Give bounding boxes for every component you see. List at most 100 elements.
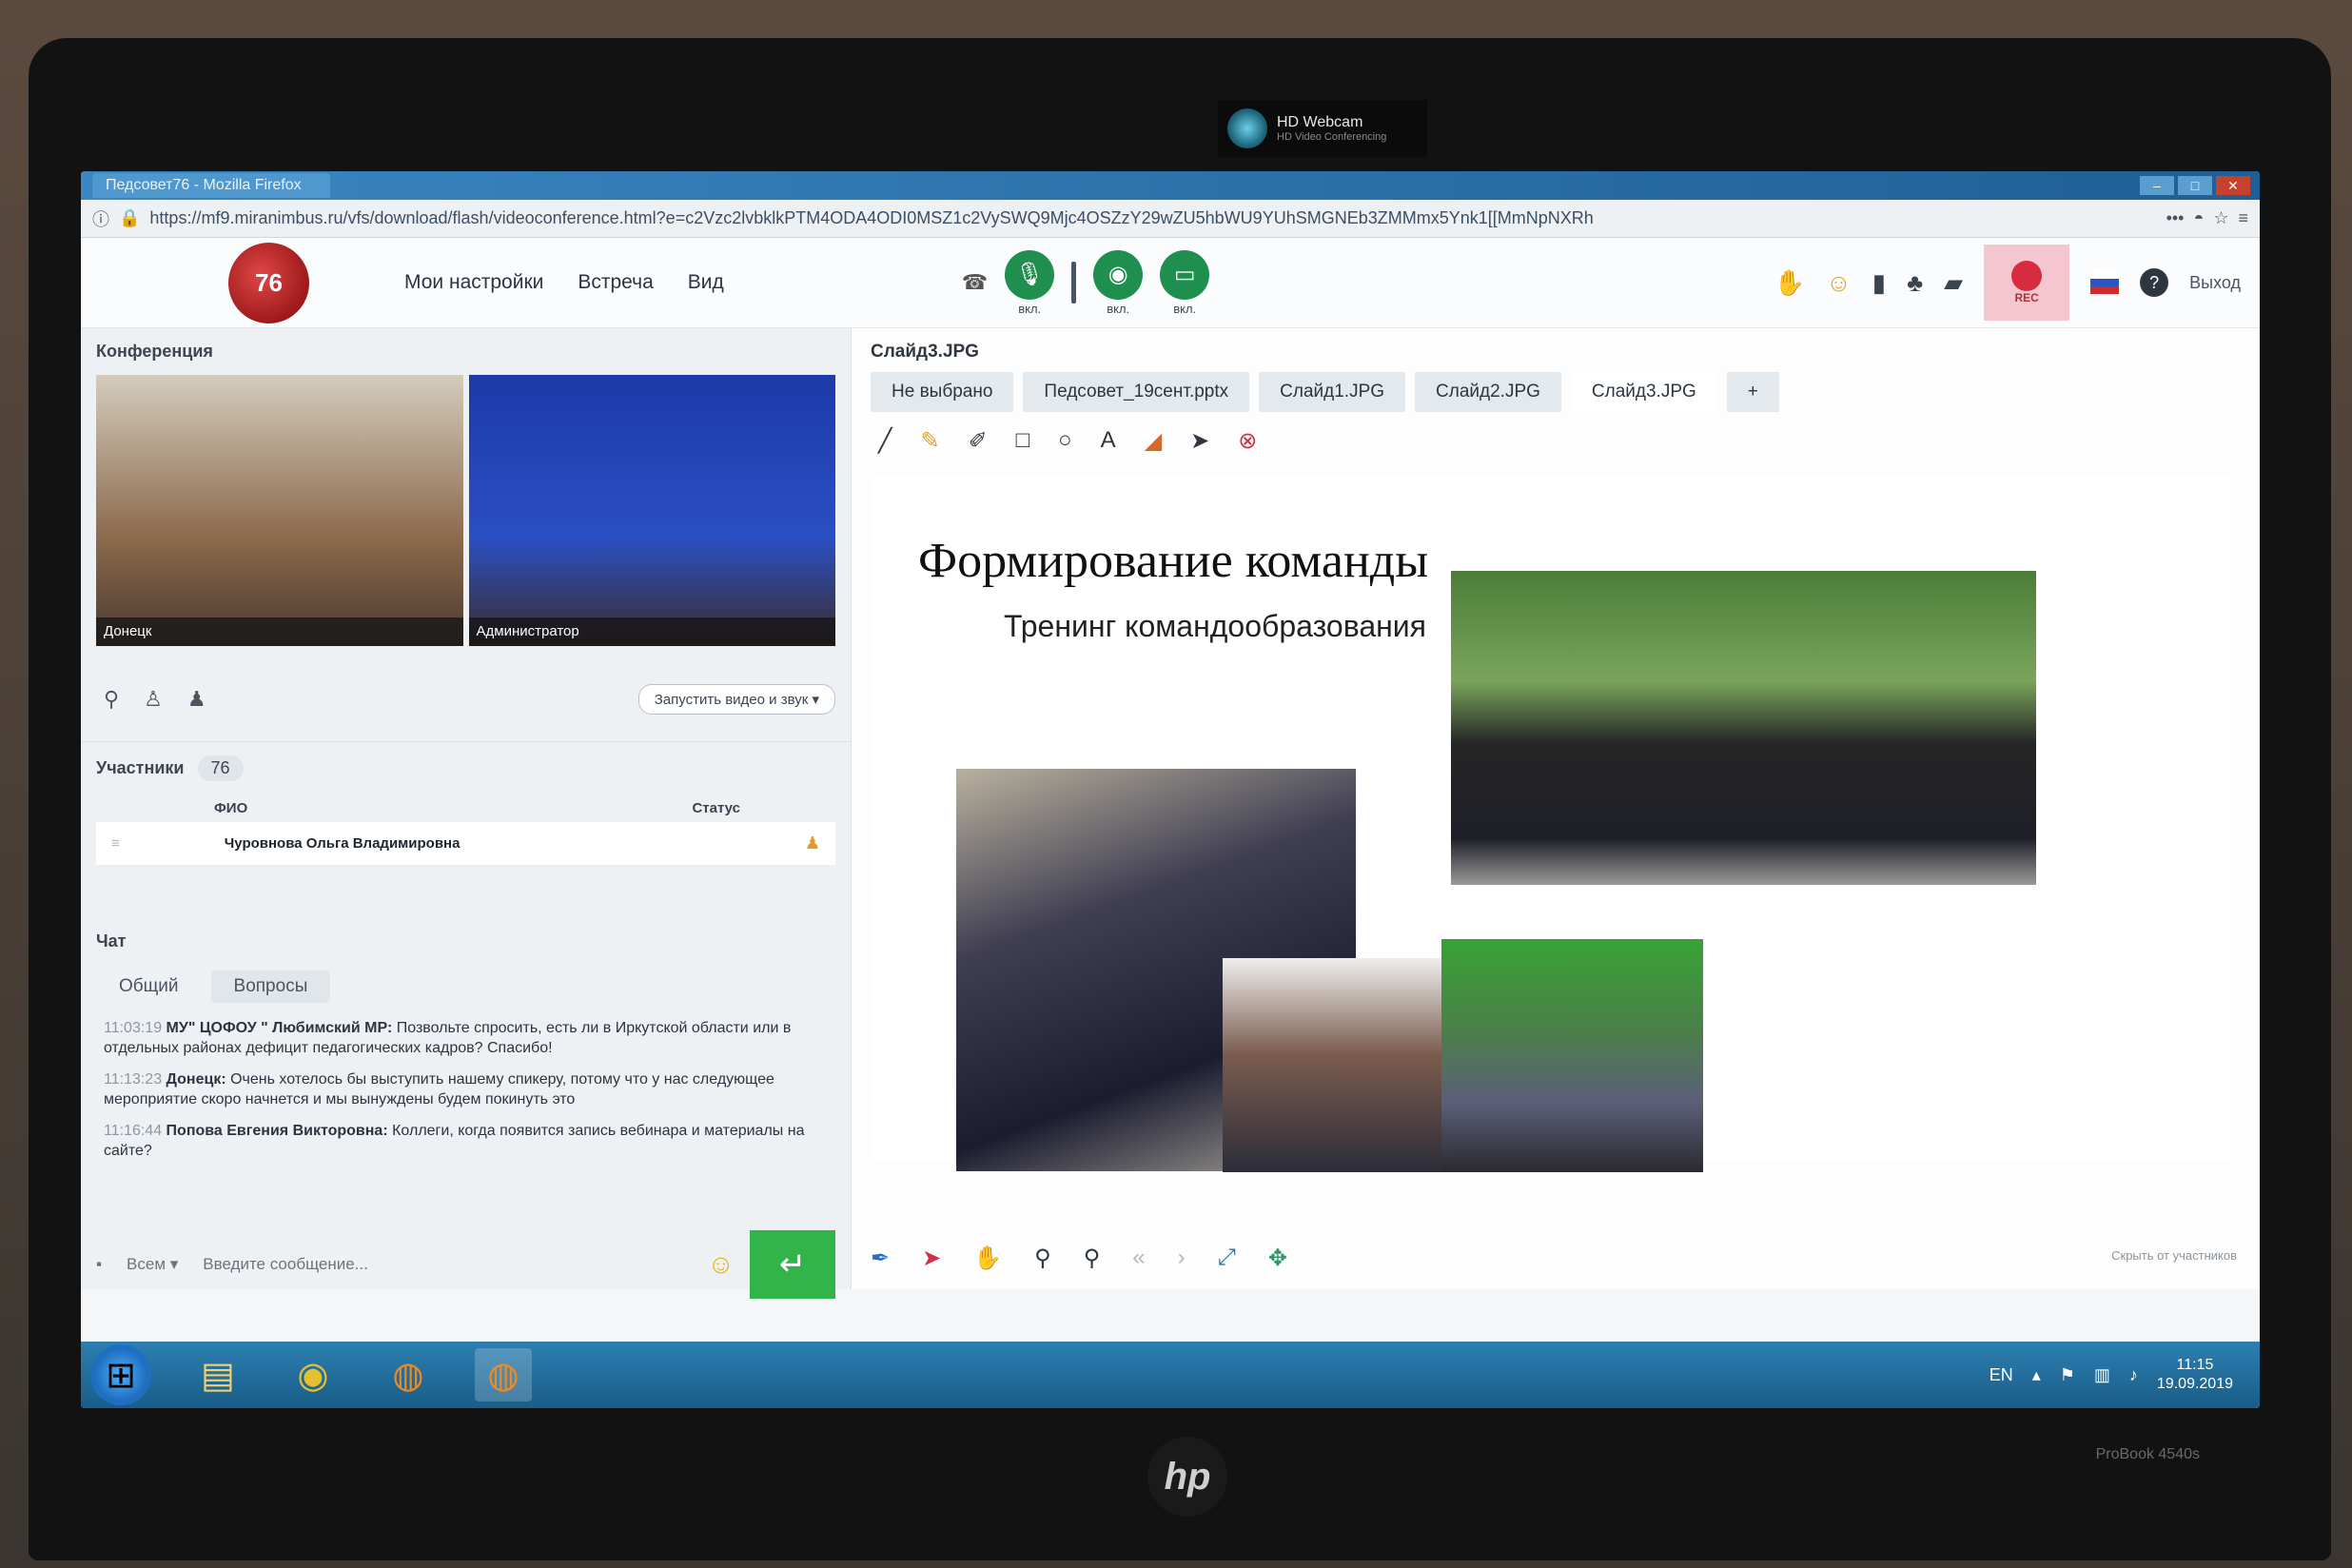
main-menu: Мои настройки Встреча Вид: [404, 271, 724, 294]
participants-section: Участники 76 ФИО Статус ≡ Чуровнова Ольг…: [81, 741, 851, 865]
emoji-picker-icon[interactable]: ☺: [707, 1249, 735, 1280]
line-tool-icon[interactable]: ╱: [878, 427, 892, 455]
chrome-icon[interactable]: ◉: [284, 1348, 342, 1401]
zoom-user-icon[interactable]: ⚲: [104, 687, 119, 712]
info-icon[interactable]: ⓘ: [92, 206, 109, 231]
minimize-button[interactable]: –: [2140, 176, 2174, 195]
windows-taskbar: ⊞ ▤ ◉ ◍ ◍ EN ▴ ⚑ ▥ ♪ 11:15 19.09.2019: [81, 1342, 2260, 1408]
chat-messages: 11:03:19 МУ" ЦОФОУ " Любимский МР: Позво…: [81, 1009, 851, 1182]
close-button[interactable]: ✕: [2216, 176, 2250, 195]
file-explorer-icon[interactable]: ▤: [189, 1348, 246, 1401]
record-button[interactable]: REC: [1984, 245, 2070, 321]
pencil-icon[interactable]: ✐: [969, 427, 988, 455]
maximize-button[interactable]: □: [2178, 176, 2212, 195]
phone-icon[interactable]: ☎: [962, 270, 988, 295]
group-icon[interactable]: ♟: [187, 687, 206, 712]
highlighter-icon[interactable]: ✎: [920, 427, 939, 455]
rectangle-tool-icon[interactable]: □: [1016, 427, 1030, 455]
fit-screen-icon[interactable]: ⤢: [1218, 1245, 1236, 1272]
hide-from-participants[interactable]: Скрыть от участников: [2111, 1248, 2237, 1263]
language-indicator[interactable]: EN: [1989, 1365, 2013, 1385]
camera-toggle[interactable]: ◉ вкл.: [1093, 249, 1144, 316]
pointer-tool-icon[interactable]: ➤: [1190, 427, 1209, 455]
clock-date: 19.09.2019: [2156, 1376, 2233, 1392]
lock-icon[interactable]: 🔒: [119, 208, 140, 228]
action-center-flag-icon[interactable]: ⚑: [2060, 1365, 2075, 1385]
menu-settings[interactable]: Мои настройки: [404, 271, 543, 294]
pocket-icon[interactable]: ◓: [2193, 208, 2204, 228]
laser-pointer-icon[interactable]: ➤: [922, 1245, 941, 1272]
add-tab-button[interactable]: +: [1726, 372, 1779, 412]
volume-slider[interactable]: [1071, 262, 1077, 304]
exit-button[interactable]: Выход: [2189, 273, 2241, 293]
file-tabs: Не выбрано Педсовет_19сент.pptx Слайд1.J…: [852, 372, 2260, 412]
laptop-screen: Педсовет76 - Mozilla Firefox – □ ✕ ⓘ 🔒 h…: [81, 171, 2260, 1408]
prev-slide-icon[interactable]: «: [1132, 1245, 1145, 1272]
folder-icon[interactable]: ▰: [1944, 268, 1963, 298]
slide-tools: ✒ ➤ ✋ ⚲ ⚲ « › ⤢ ✥: [871, 1245, 1287, 1272]
ellipse-tool-icon[interactable]: ○: [1058, 427, 1072, 455]
header-tools: ✋ ☺ ▮ ♣ ▰ REC ? Выход: [1774, 245, 2260, 321]
slide-canvas[interactable]: Формирование команды Тренинг командообра…: [871, 476, 2231, 1172]
screen-share-toggle[interactable]: ▭ вкл.: [1160, 249, 1210, 316]
fill-tool-icon[interactable]: ◢: [1145, 427, 1162, 455]
microphone-toggle[interactable]: 🎙 вкл.: [1005, 249, 1055, 316]
menu-view[interactable]: Вид: [688, 271, 724, 294]
menu-meeting[interactable]: Встреча: [578, 271, 653, 294]
text-tool-icon[interactable]: A: [1101, 427, 1116, 455]
tab-pptx[interactable]: Педсовет_19сент.pptx: [1023, 372, 1250, 412]
more-icon[interactable]: •••: [2166, 208, 2185, 228]
tray-arrow-icon[interactable]: ▴: [2032, 1365, 2041, 1385]
column-status[interactable]: Статус: [692, 800, 740, 816]
url-field[interactable]: https://mf9.miranimbus.ru/vfs/download/f…: [149, 208, 2156, 228]
message-author: Донецк:: [166, 1071, 226, 1088]
firefox-active-icon[interactable]: ◍: [475, 1348, 532, 1401]
video-tile[interactable]: Донецк: [96, 375, 463, 646]
chat-user-icon[interactable]: ▪: [96, 1255, 102, 1274]
zoom-out-icon[interactable]: ⚲: [1084, 1245, 1101, 1272]
start-av-dropdown[interactable]: Запустить видео и звук ▾: [637, 684, 835, 715]
microphone-icon: 🎙: [1005, 249, 1055, 300]
table-row[interactable]: ≡ Чуровнова Ольга Владимировна ♟: [96, 822, 835, 865]
clear-icon[interactable]: ⊗: [1238, 427, 1257, 455]
message-input[interactable]: Введите сообщение...: [203, 1255, 692, 1274]
column-name[interactable]: ФИО: [214, 800, 247, 816]
video-tile[interactable]: Администратор: [468, 375, 835, 646]
tab-none[interactable]: Не выбрано: [871, 372, 1014, 412]
raise-hand-icon[interactable]: ✋: [1774, 268, 1805, 298]
participants-header: Участники 76: [81, 742, 851, 794]
send-button[interactable]: ↵: [750, 1230, 835, 1299]
mic-user-icon[interactable]: ♙: [144, 687, 163, 712]
window-title[interactable]: Педсовет76 - Mozilla Firefox: [92, 173, 330, 198]
help-icon[interactable]: ?: [2140, 268, 2169, 297]
hamburger-menu-icon[interactable]: ≡: [2238, 208, 2248, 228]
tab-slide1[interactable]: Слайд1.JPG: [1259, 372, 1406, 412]
tab-questions[interactable]: Вопросы: [210, 970, 331, 1003]
tab-general[interactable]: Общий: [96, 970, 202, 1003]
tab-slide3[interactable]: Слайд3.JPG: [1570, 372, 1717, 412]
recipient-select[interactable]: Всем ▾: [117, 1251, 187, 1278]
bookmark-star-icon[interactable]: ☆: [2213, 208, 2228, 228]
screen-share-label: вкл.: [1173, 301, 1197, 316]
tab-slide2[interactable]: Слайд2.JPG: [1415, 372, 1561, 412]
users-icon[interactable]: ♣: [1907, 268, 1923, 298]
hand-pan-icon[interactable]: ✋: [973, 1245, 1002, 1272]
pen-icon[interactable]: ✒: [871, 1245, 890, 1272]
team-photo: [1451, 571, 2036, 885]
volume-icon[interactable]: ♪: [2129, 1365, 2138, 1385]
message-author: Попова Евгения Викторовна:: [166, 1123, 388, 1139]
drag-handle-icon[interactable]: ≡: [111, 835, 120, 852]
language-flag-icon[interactable]: [2090, 271, 2120, 294]
sync-icon[interactable]: ✥: [1268, 1245, 1287, 1272]
zoom-in-icon[interactable]: ⚲: [1034, 1245, 1051, 1272]
firefox-icon[interactable]: ◍: [380, 1348, 437, 1401]
emoji-icon[interactable]: ☺: [1826, 268, 1852, 298]
chat-tabs: Общий Вопросы: [81, 965, 851, 1009]
clock[interactable]: 11:15 19.09.2019: [2157, 1356, 2233, 1394]
record-label: REC: [2014, 291, 2039, 304]
start-button-icon[interactable]: ⊞: [90, 1344, 151, 1405]
next-slide-icon[interactable]: ›: [1178, 1245, 1186, 1272]
camera-label: вкл.: [1107, 301, 1130, 316]
network-icon[interactable]: ▥: [2094, 1365, 2110, 1385]
poll-chart-icon[interactable]: ▮: [1872, 268, 1886, 298]
